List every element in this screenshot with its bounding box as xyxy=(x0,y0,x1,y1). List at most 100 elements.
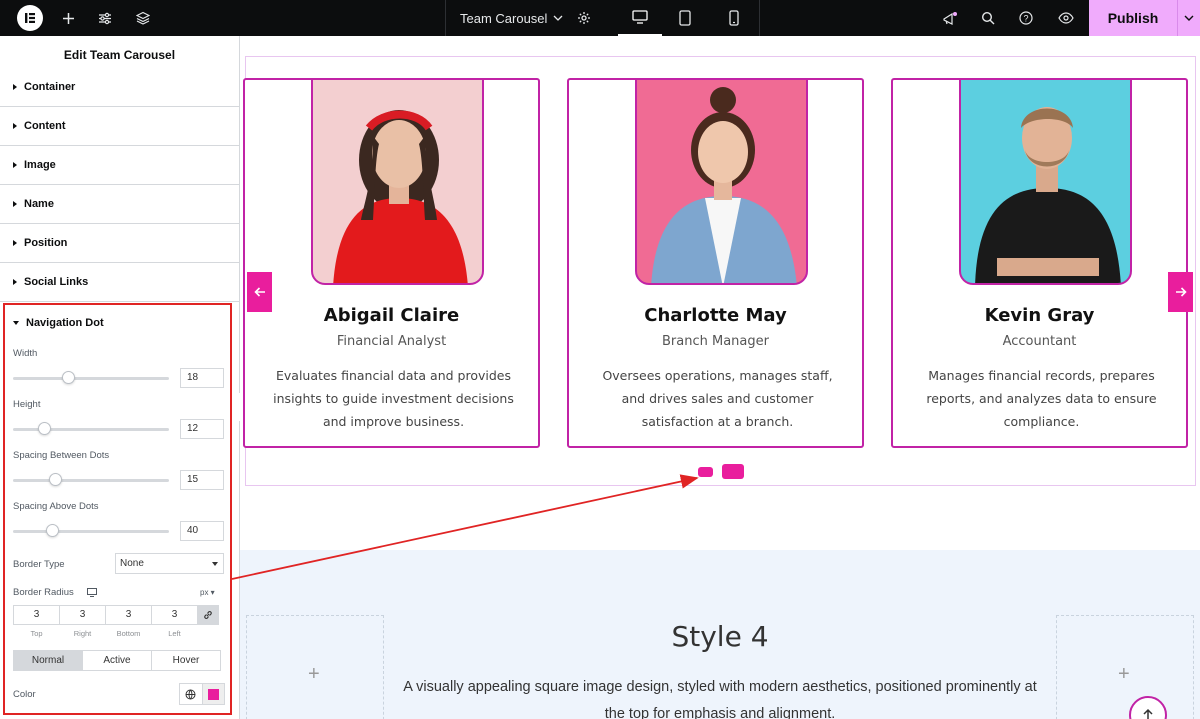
section-label: Social Links xyxy=(24,276,89,288)
team-member-photo xyxy=(311,78,484,285)
help-icon[interactable]: ? xyxy=(1016,0,1036,36)
height-slider[interactable] xyxy=(13,428,169,431)
spacing-between-slider[interactable] xyxy=(13,479,169,482)
person-portrait-icon xyxy=(651,87,797,283)
section-position[interactable]: Position xyxy=(0,224,240,263)
team-member-position: Accountant xyxy=(1002,334,1077,349)
section-content[interactable]: Content xyxy=(0,107,240,146)
team-carousel-widget[interactable]: Abigail Claire Financial Analyst Evaluat… xyxy=(243,56,1196,486)
team-member-photo xyxy=(635,78,808,285)
team-card: Charlotte May Branch Manager Oversees op… xyxy=(567,78,864,448)
spacing-between-slider-thumb[interactable] xyxy=(49,473,63,486)
navigation-dot-active[interactable] xyxy=(722,464,744,479)
state-tabs: Normal Active Hover xyxy=(13,650,221,671)
section-social-links[interactable]: Social Links xyxy=(0,263,240,302)
team-member-name: Kevin Gray xyxy=(984,305,1095,326)
radius-bottom-label: Bottom xyxy=(116,629,141,638)
search-icon[interactable] xyxy=(978,0,998,36)
publish-button[interactable]: Publish xyxy=(1089,0,1177,36)
page-canvas: Abigail Claire Financial Analyst Evaluat… xyxy=(240,36,1200,719)
radius-bottom-input[interactable]: 3 xyxy=(105,605,152,625)
radius-left-input[interactable]: 3 xyxy=(151,605,198,625)
desktop-view-icon[interactable] xyxy=(618,0,662,36)
style4-section: + + Style 4 A visually appealing square … xyxy=(240,550,1200,719)
section-navigation-dot-header[interactable]: Navigation Dot xyxy=(13,317,104,329)
navigation-dot-section: Navigation Dot Width 18 Height 12 Spacin… xyxy=(3,303,232,715)
caret-down-icon xyxy=(13,321,19,325)
tab-normal[interactable]: Normal xyxy=(13,650,83,671)
team-member-position: Branch Manager xyxy=(662,334,769,349)
add-icon[interactable]: + xyxy=(1118,663,1130,686)
width-label: Width xyxy=(13,348,38,359)
caret-right-icon xyxy=(13,201,17,207)
radius-right-label: Right xyxy=(73,629,92,638)
caret-right-icon xyxy=(13,240,17,246)
section-container[interactable]: Container xyxy=(0,68,240,107)
section-label: Navigation Dot xyxy=(26,317,104,329)
section-image[interactable]: Image xyxy=(0,146,240,185)
person-portrait-icon xyxy=(333,110,468,283)
elementor-logo-icon[interactable] xyxy=(17,5,43,31)
team-member-description: Oversees operations, manages staff, and … xyxy=(602,368,833,429)
link-values-icon[interactable] xyxy=(197,605,219,625)
preview-eye-icon[interactable] xyxy=(1056,0,1076,36)
panel-title: Edit Team Carousel xyxy=(63,48,176,62)
section-name[interactable]: Name xyxy=(0,185,240,224)
color-control xyxy=(179,683,225,705)
height-input[interactable]: 12 xyxy=(180,419,224,439)
section-label: Position xyxy=(24,237,68,249)
mobile-view-icon[interactable] xyxy=(708,0,760,36)
svg-text:?: ? xyxy=(1023,13,1028,23)
responsive-desktop-icon[interactable] xyxy=(87,588,97,597)
page-settings-gear-icon[interactable] xyxy=(573,0,595,36)
section-description: A visually appealing square image design… xyxy=(403,679,1037,719)
radius-top-input[interactable]: 3 xyxy=(13,605,60,625)
spacing-between-label: Spacing Between Dots xyxy=(13,450,110,461)
radius-right-input[interactable]: 3 xyxy=(59,605,106,625)
border-type-label: Border Type xyxy=(13,559,65,570)
border-type-select[interactable]: None xyxy=(115,553,224,574)
navigation-dot[interactable] xyxy=(698,467,713,477)
next-arrow-button[interactable] xyxy=(1168,272,1193,312)
document-title: Team Carousel xyxy=(460,10,548,26)
arrow-right-icon xyxy=(1175,287,1187,297)
chevron-down-icon xyxy=(553,15,563,21)
height-slider-thumb[interactable] xyxy=(38,422,52,435)
section-label: Content xyxy=(24,120,66,132)
add-element-icon[interactable] xyxy=(58,0,78,36)
width-slider-thumb[interactable] xyxy=(61,371,75,384)
unit-selector[interactable]: px ▾ xyxy=(200,588,215,597)
notifications-megaphone-icon[interactable] xyxy=(940,0,960,36)
prev-arrow-button[interactable] xyxy=(247,272,272,312)
tab-hover[interactable]: Hover xyxy=(151,650,221,671)
unit-value: px xyxy=(200,588,209,597)
add-icon[interactable]: + xyxy=(308,663,320,686)
spacing-above-input[interactable]: 40 xyxy=(180,521,224,541)
width-input[interactable]: 18 xyxy=(180,368,224,388)
caret-right-icon xyxy=(13,84,17,90)
border-radius-inputs: 3 3 3 3 xyxy=(13,605,219,625)
editor-topbar: Team Carousel ? Publish xyxy=(0,0,1200,36)
section-label: Image xyxy=(24,159,56,171)
structure-layers-icon[interactable] xyxy=(133,0,153,36)
width-slider[interactable] xyxy=(13,377,169,380)
spacing-between-input[interactable]: 15 xyxy=(180,470,224,490)
spacing-above-label: Spacing Above Dots xyxy=(13,501,99,512)
publish-options-chevron-icon[interactable] xyxy=(1177,0,1200,36)
team-member-description: Manages financial records, prepares repo… xyxy=(926,368,1157,429)
tab-active[interactable]: Active xyxy=(82,650,152,671)
caret-right-icon xyxy=(13,162,17,168)
height-label: Height xyxy=(13,399,41,410)
caret-right-icon xyxy=(13,279,17,285)
global-colors-icon[interactable] xyxy=(180,684,203,704)
caret-right-icon xyxy=(13,123,17,129)
section-heading: Style 4 xyxy=(671,620,769,653)
color-picker-swatch[interactable] xyxy=(202,684,224,704)
border-type-value: None xyxy=(120,558,144,569)
spacing-above-slider-thumb[interactable] xyxy=(46,524,59,537)
arrow-up-icon xyxy=(1143,708,1153,719)
color-swatch xyxy=(207,688,219,700)
site-settings-icon[interactable] xyxy=(95,0,115,36)
tablet-view-icon[interactable] xyxy=(663,0,707,36)
spacing-above-slider[interactable] xyxy=(13,530,169,533)
